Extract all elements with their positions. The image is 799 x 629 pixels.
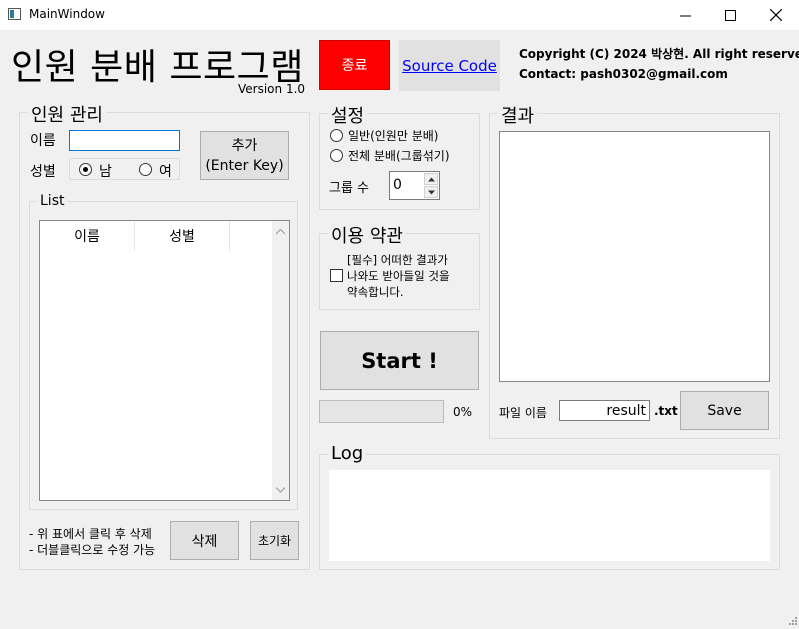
minimize-icon <box>679 15 691 16</box>
terms-line-1: [필수] 어떠한 결과가 <box>347 253 448 267</box>
source-code-link[interactable]: Source Code <box>402 57 497 75</box>
people-table[interactable]: 이름 성별 <box>39 220 290 501</box>
add-button-label: 추가 <box>231 137 258 154</box>
filename-input[interactable] <box>559 400 650 421</box>
column-header-gender[interactable]: 성별 <box>135 221 230 251</box>
option-normal-label: 일반(인원만 분배) <box>348 129 439 143</box>
copyright-text: Copyright (C) 2024 박상현. All right reserv… <box>519 47 799 61</box>
contact-text: Contact: pash0302@gmail.com <box>519 67 728 81</box>
gender-label: 성별 <box>30 164 56 180</box>
column-header-name[interactable]: 이름 <box>40 221 135 251</box>
add-button[interactable]: 추가 (Enter Key) <box>200 131 289 180</box>
hint-edit: - 더블클릭으로 수정 가능 <box>29 543 156 557</box>
log-group-title: Log <box>328 443 367 464</box>
terms-text: [필수] 어떠한 결과가 나와도 받아들일 것을 약속합니다. <box>347 252 450 300</box>
terms-line-3: 약속합니다. <box>347 285 404 299</box>
result-group-title: 결과 <box>498 102 538 128</box>
female-label: 여 <box>159 164 172 180</box>
male-radio[interactable] <box>79 163 92 176</box>
option-all-label: 전체 분배(그룹섞기) <box>348 149 450 163</box>
copyright-info: Copyright (C) 2024 박상현. All right reserv… <box>519 44 799 84</box>
exit-button[interactable]: 종료 <box>319 40 390 90</box>
reset-button[interactable]: 초기화 <box>250 521 299 560</box>
filename-label: 파일 이름 <box>499 406 547 420</box>
name-input[interactable] <box>69 130 180 151</box>
scroll-down-icon[interactable] <box>276 487 285 493</box>
result-textarea[interactable] <box>499 131 770 382</box>
title-bar: MainWindow <box>0 0 799 30</box>
people-group-title: 인원 관리 <box>28 101 106 127</box>
progress-bar <box>319 400 444 423</box>
save-button[interactable]: Save <box>680 391 769 430</box>
option-all-radio[interactable] <box>330 149 343 162</box>
file-extension: .txt <box>654 404 678 418</box>
start-button[interactable]: Start ! <box>320 331 479 390</box>
spin-down-button[interactable] <box>424 186 438 198</box>
female-radio[interactable] <box>139 163 152 176</box>
progress-percent: 0% <box>453 405 473 419</box>
settings-group-title: 설정 <box>328 102 368 128</box>
male-label: 남 <box>99 164 112 180</box>
add-button-shortcut: (Enter Key) <box>205 157 284 174</box>
source-code-button[interactable]: Source Code <box>399 40 500 91</box>
terms-line-2: 나와도 받아들일 것을 <box>347 269 450 283</box>
window-title: MainWindow <box>29 7 105 21</box>
group-count-label: 그룹 수 <box>329 181 370 196</box>
spin-up-button[interactable] <box>424 173 438 185</box>
option-normal-radio[interactable] <box>330 129 343 142</box>
app-icon <box>8 8 21 20</box>
spin-down-icon <box>428 190 435 195</box>
table-scrollbar[interactable] <box>272 221 289 500</box>
spin-up-icon <box>428 177 435 182</box>
group-count-spinbox[interactable]: 0 <box>389 171 440 200</box>
delete-button[interactable]: 삭제 <box>170 521 239 560</box>
terms-checkbox[interactable] <box>330 269 343 282</box>
minimize-button[interactable] <box>662 0 708 30</box>
log-output <box>329 470 770 561</box>
resize-grip-icon[interactable] <box>786 616 798 628</box>
group-count-value: 0 <box>393 177 402 193</box>
hint-delete: - 위 표에서 클릭 후 삭제 <box>29 527 152 541</box>
table-hint: - 위 표에서 클릭 후 삭제 - 더블클릭으로 수정 가능 <box>29 526 155 558</box>
list-group-title: List <box>37 193 68 209</box>
scroll-up-icon[interactable] <box>276 229 285 235</box>
close-icon <box>770 9 782 21</box>
version-label: Version 1.0 <box>238 82 306 96</box>
terms-group-title: 이용 약관 <box>328 222 406 248</box>
maximize-icon <box>724 9 736 21</box>
close-button[interactable] <box>753 0 799 30</box>
maximize-button[interactable] <box>707 0 753 30</box>
name-label: 이름 <box>30 133 56 149</box>
